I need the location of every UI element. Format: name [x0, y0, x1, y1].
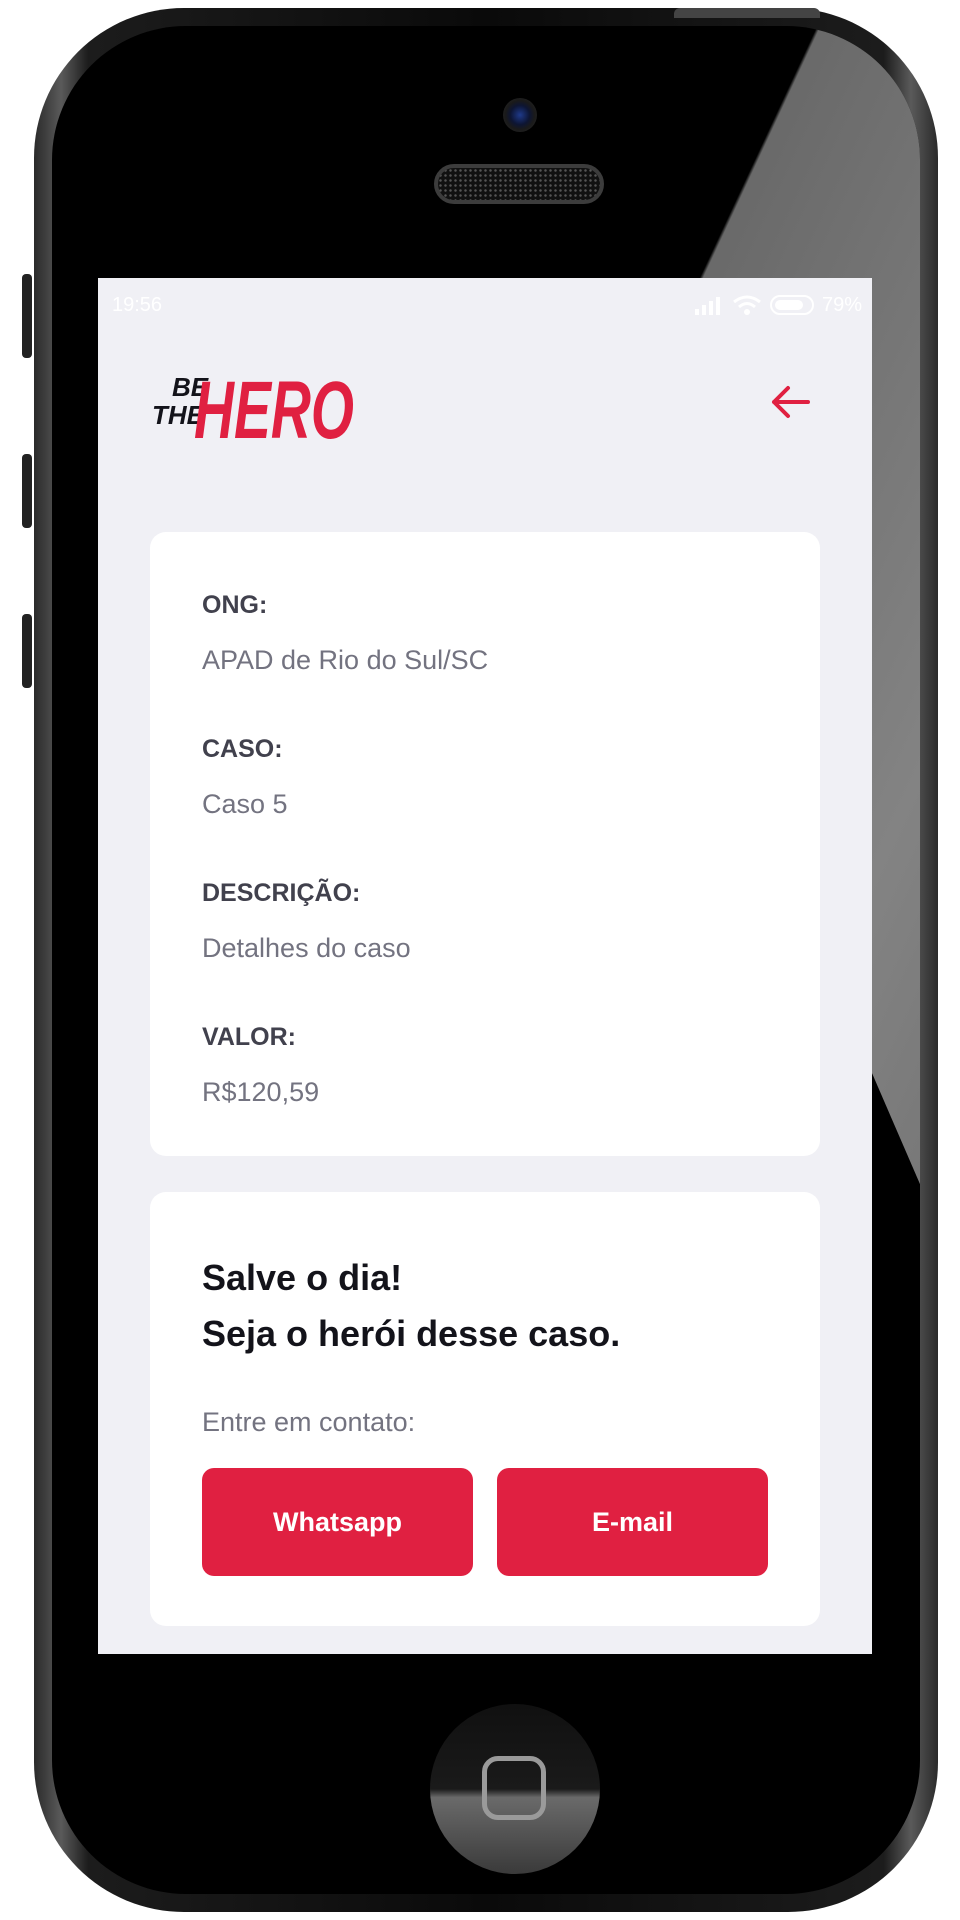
ong-field: ONG: APAD de Rio do Sul/SC: [202, 590, 768, 676]
status-time: 19:56: [112, 293, 163, 316]
arrow-left-icon[interactable]: [766, 378, 814, 426]
front-camera: [503, 98, 537, 132]
whatsapp-button[interactable]: Whatsapp: [202, 1468, 473, 1576]
contact-prompt: Entre em contato:: [202, 1407, 416, 1437]
incident-details-card: ONG: APAD de Rio do Sul/SC CASO: Caso 5 …: [150, 532, 820, 1156]
case-value: Caso 5: [202, 789, 288, 819]
description-value: Detalhes do caso: [202, 933, 411, 963]
value-amount: R$120,59: [202, 1077, 320, 1107]
contact-actions: Whatsapp E-mail: [202, 1468, 768, 1576]
volume-down-button: [22, 614, 32, 688]
wifi-icon: [733, 295, 761, 315]
value-field: VALOR: R$120,59: [202, 1022, 768, 1108]
logo-word-hero: HERO: [194, 365, 354, 452]
ong-value: APAD de Rio do Sul/SC: [202, 645, 489, 675]
battery-percentage: 79%: [821, 293, 862, 316]
description-label: DESCRIÇÃO:: [202, 879, 361, 907]
earpiece-speaker: [434, 164, 604, 204]
value-label: VALOR:: [202, 1023, 296, 1051]
signal-icon: [694, 297, 720, 315]
status-icons: 79%: [694, 294, 862, 317]
email-button[interactable]: E-mail: [497, 1468, 768, 1576]
ong-label: ONG:: [202, 591, 268, 619]
home-button[interactable]: [430, 1704, 600, 1874]
hero-title-line1: Salve o dia!: [202, 1257, 403, 1298]
home-button-icon: [482, 1756, 546, 1820]
status-bar: 19:56 79%: [98, 278, 872, 332]
description-field: DESCRIÇÃO: Detalhes do caso: [202, 878, 768, 964]
battery-icon: [769, 295, 814, 315]
case-label: CASO:: [202, 735, 283, 763]
volume-up-button: [22, 454, 32, 528]
header: BE THE HERO: [98, 342, 872, 462]
mute-switch: [22, 274, 32, 358]
hero-title-line2: Seja o herói desse caso.: [202, 1313, 621, 1354]
power-button: [674, 8, 820, 18]
be-the-hero-logo: BE THE HERO: [152, 365, 354, 452]
case-field: CASO: Caso 5: [202, 734, 768, 820]
app-screen: 19:56 79% BE THE HERO ONG: APAD de Rio d…: [98, 278, 872, 1654]
contact-card: Salve o dia! Seja o herói desse caso. En…: [150, 1192, 820, 1626]
